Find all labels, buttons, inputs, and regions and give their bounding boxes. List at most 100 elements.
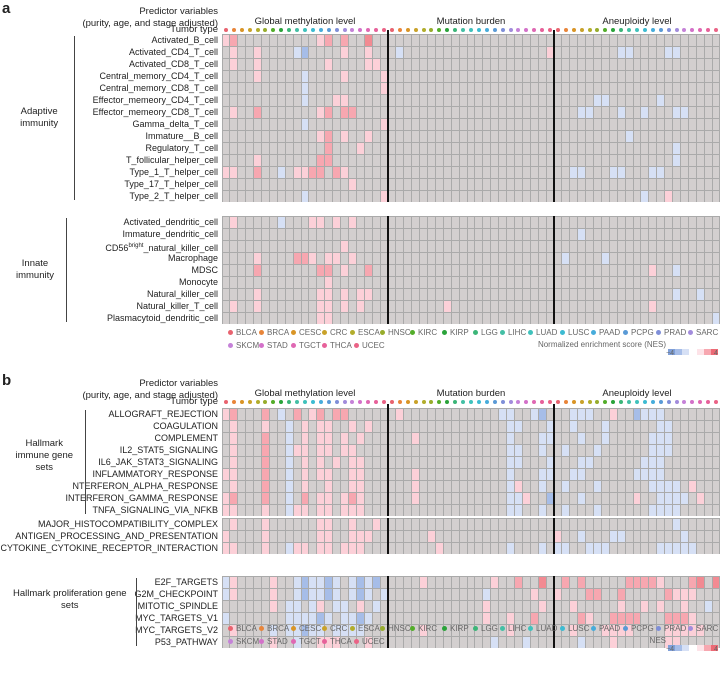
tumor-type-dot-tgct — [698, 400, 703, 404]
heatmap-cell — [491, 456, 499, 468]
heatmap-cell — [333, 264, 341, 276]
heatmap-cell — [230, 444, 238, 456]
heatmap-cell — [269, 612, 277, 624]
heatmap-cell — [522, 252, 530, 264]
heatmap-cell — [356, 468, 364, 480]
heatmap-cell — [617, 612, 625, 624]
heatmap-cell — [396, 130, 404, 142]
heatmap-cell — [530, 228, 538, 240]
heatmap-cell — [633, 312, 641, 324]
row-label: Natural_killer_T_cell — [136, 301, 218, 311]
heatmap-cell — [633, 542, 641, 554]
heatmap-cell — [673, 154, 680, 166]
heatmap-cell — [538, 34, 546, 46]
heatmap-cell — [285, 228, 293, 240]
heatmap-cell — [594, 130, 601, 142]
heatmap-cell — [356, 252, 364, 264]
heatmap-cell — [412, 312, 420, 324]
heatmap-cell — [483, 46, 491, 58]
heatmap-cell — [269, 228, 277, 240]
heatmap-cell — [356, 106, 364, 118]
heatmap-cell — [491, 46, 499, 58]
heatmap-cell — [230, 468, 238, 480]
heatmap-cell — [475, 468, 483, 480]
heatmap-cell — [396, 312, 404, 324]
heatmap-cell — [230, 420, 238, 432]
tumor-type-dot-pcpg — [492, 400, 497, 404]
heatmap-cell — [238, 34, 246, 46]
heatmap-cell — [562, 576, 570, 588]
heatmap-cell — [309, 178, 317, 190]
heatmap-cell — [277, 82, 285, 94]
row-label: MDSC — [191, 265, 219, 275]
heatmap-cell — [285, 288, 293, 300]
heatmap-cell — [680, 468, 688, 480]
heatmap-cell — [499, 252, 507, 264]
heatmap-cell — [609, 142, 617, 154]
heatmap-cell — [451, 178, 459, 190]
heatmap-cell — [625, 58, 633, 70]
heatmap-cell — [522, 468, 530, 480]
tumor-type-dot-tgct — [366, 28, 371, 32]
heatmap-cell — [601, 94, 609, 106]
tumor-type-dot-crc — [413, 28, 418, 32]
heatmap-cell — [309, 432, 317, 444]
heatmap-cell — [625, 82, 633, 94]
heatmap-cell — [562, 468, 570, 480]
heatmap-cell — [673, 190, 680, 202]
heatmap-cell — [704, 142, 712, 154]
heatmap-cell — [404, 542, 412, 554]
heatmap-cell — [601, 312, 609, 324]
heatmap-cell — [435, 154, 443, 166]
heatmap-cell — [254, 468, 261, 480]
heatmap-cell — [230, 240, 238, 252]
heatmap-cell — [293, 612, 301, 624]
heatmap-cell — [364, 94, 372, 106]
heatmap-cell — [356, 542, 364, 554]
heatmap-cell — [554, 82, 562, 94]
heatmap-cell — [522, 420, 530, 432]
heatmap-cell — [341, 142, 348, 154]
heatmap-cell — [514, 216, 522, 228]
heatmap-cell — [507, 636, 514, 648]
heatmap-cell — [554, 576, 562, 588]
heatmap-cell — [333, 444, 341, 456]
heatmap-cell — [412, 228, 420, 240]
legend-item-blca: BLCA — [228, 624, 257, 633]
heatmap-cell — [649, 456, 657, 468]
heatmap-cell — [222, 178, 230, 190]
heatmap-cell — [609, 34, 617, 46]
heatmap-cell — [435, 432, 443, 444]
group-label: Hallmark immune gene sets — [15, 438, 74, 473]
heatmap-cell — [222, 82, 230, 94]
heatmap-cell — [617, 94, 625, 106]
heatmap-cell — [665, 408, 673, 420]
heatmap-cell — [530, 588, 538, 600]
heatmap-cell — [688, 518, 696, 530]
heatmap-cell — [285, 178, 293, 190]
heatmap-cell — [435, 190, 443, 202]
heatmap-cell — [435, 166, 443, 178]
heatmap-cell — [443, 106, 451, 118]
tumor-type-dot-hnsc — [429, 28, 434, 32]
heatmap-cell — [341, 612, 348, 624]
heatmap-cell — [483, 288, 491, 300]
heatmap-cell — [467, 468, 475, 480]
tumor-type-dot-stad — [524, 400, 529, 404]
heatmap-cell — [293, 408, 301, 420]
heatmap-cell — [570, 542, 578, 554]
heatmap-cell — [301, 118, 309, 130]
heatmap-cell — [712, 94, 720, 106]
heatmap-cell — [641, 190, 649, 202]
heatmap-cell — [396, 178, 404, 190]
heatmap-cell — [673, 130, 680, 142]
tumor-type-dot-sarc — [342, 28, 347, 32]
heatmap-cell — [712, 276, 720, 288]
heatmap-cell — [348, 288, 356, 300]
heatmap-cell — [704, 408, 712, 420]
heatmap-cell — [412, 468, 420, 480]
heatmap-cell — [301, 518, 309, 530]
heatmap-cell — [538, 142, 546, 154]
heatmap-cell — [641, 82, 649, 94]
heatmap-cell — [262, 518, 269, 530]
